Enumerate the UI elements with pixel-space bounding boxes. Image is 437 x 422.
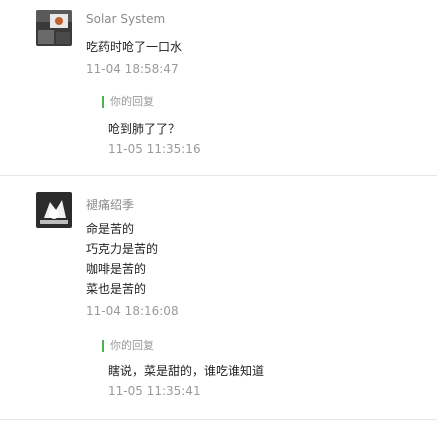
comment-text: 命是苦的 xyxy=(86,222,135,236)
comment-text: 巧克力是苦的 xyxy=(86,242,159,256)
avatar[interactable] xyxy=(36,10,72,46)
comment-text: 菜也是苦的 xyxy=(86,282,147,296)
comment-text: 吃药时呛了一口水 xyxy=(86,40,183,54)
reply-time: 11-05 11:35:16 xyxy=(108,142,201,156)
divider xyxy=(0,175,437,176)
reply-time: 11-05 11:35:41 xyxy=(108,384,201,398)
comment-item: Solar System 吃药时呛了一口水 11-04 18:58:47 你的回… xyxy=(0,0,437,180)
reply-label: 你的回复 xyxy=(102,96,154,108)
comment-item: 褪痛绍季 命是苦的 巧克力是苦的 咖啡是苦的 菜也是苦的 11-04 18:16… xyxy=(0,180,437,422)
comment-time: 11-04 18:58:47 xyxy=(86,62,179,76)
reply-label: 你的回复 xyxy=(102,340,154,352)
reply-text: 瞎说，菜是甜的，谁吃谁知道 xyxy=(108,364,265,378)
avatar[interactable] xyxy=(36,192,72,228)
comment-time: 11-04 18:16:08 xyxy=(86,304,179,318)
username[interactable]: Solar System xyxy=(86,12,165,26)
username[interactable]: 褪痛绍季 xyxy=(86,196,134,213)
divider xyxy=(0,419,437,420)
reply-text: 呛到肺了了？ xyxy=(108,122,181,136)
comment-text: 咖啡是苦的 xyxy=(86,262,147,276)
